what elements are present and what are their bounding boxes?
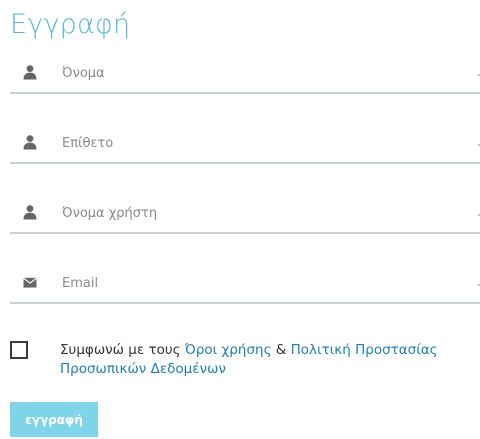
terms-middle: &	[271, 342, 291, 358]
user-icon	[23, 205, 37, 220]
first-name-field[interactable]	[10, 58, 480, 94]
last-name-field[interactable]	[10, 128, 480, 164]
terms-checkbox[interactable]	[10, 341, 28, 359]
username-input[interactable]	[62, 198, 462, 228]
register-button[interactable]: εγγραφή	[10, 402, 98, 437]
page-title: Εγγραφή	[10, 9, 131, 40]
user-icon	[23, 135, 37, 150]
email-field[interactable]	[10, 268, 480, 304]
first-name-input[interactable]	[62, 58, 462, 88]
envelope-icon	[23, 277, 37, 288]
terms-of-use-link[interactable]: Όροι χρήσης	[185, 342, 272, 358]
terms-prefix: Συμφωνώ με τους	[60, 342, 185, 358]
email-input[interactable]	[62, 268, 462, 298]
username-field[interactable]	[10, 198, 480, 234]
last-name-input[interactable]	[62, 128, 462, 158]
user-icon	[23, 65, 37, 80]
terms-text: Συμφωνώ με τους Όροι χρήσης & Πολιτική Π…	[60, 341, 440, 379]
